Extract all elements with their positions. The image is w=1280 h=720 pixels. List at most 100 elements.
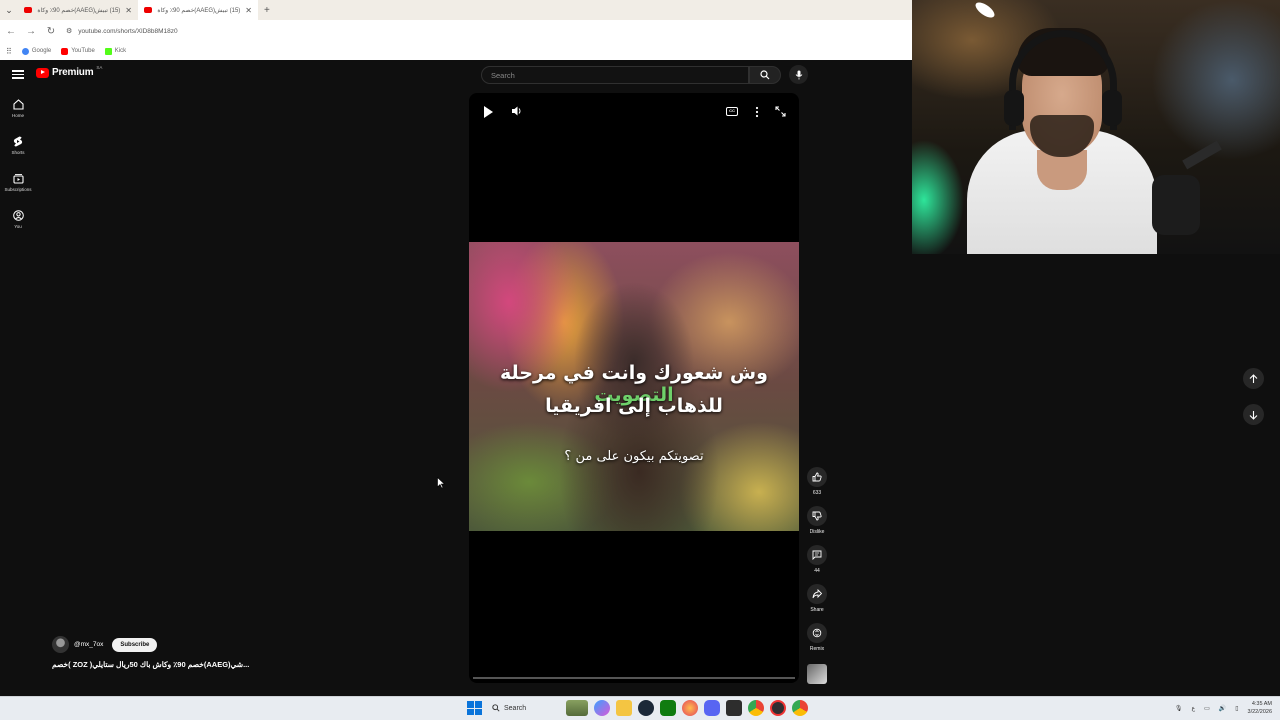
comments-circle xyxy=(807,545,827,565)
bookmarks-bar: ⠿ Google YouTube Kick xyxy=(0,42,912,60)
steam-icon[interactable] xyxy=(638,700,654,716)
browser-tab[interactable]: (15) تبيش(AAEG)خصم 90٪ وكاة ✕ xyxy=(18,0,138,20)
comments-button[interactable]: 44 xyxy=(804,545,830,584)
voice-search-button[interactable] xyxy=(789,65,808,84)
ceiling-light xyxy=(973,0,997,21)
microphone xyxy=(1152,175,1200,235)
back-arrow-icon[interactable]: ← xyxy=(6,26,16,37)
search-button[interactable] xyxy=(749,66,781,84)
discord-icon[interactable] xyxy=(704,700,720,716)
arrow-down-icon xyxy=(1249,410,1258,420)
address-bar-row: ← → ↻ ⚙ youtube.com/shorts/XlD8b8M18z0 xyxy=(0,20,912,42)
sidebar-item-you[interactable]: You xyxy=(0,207,36,244)
sidebar-item-subscriptions[interactable]: Subscriptions xyxy=(0,170,36,207)
remix-label: Remix xyxy=(809,646,825,652)
thumbs-down-icon xyxy=(812,511,822,521)
like-button[interactable]: 633 xyxy=(804,467,830,506)
microphone-icon[interactable]: 🎙 xyxy=(1175,705,1183,712)
windows-start-icon[interactable] xyxy=(466,700,482,716)
browser-tab-title: (15) تبيش(AAEG)خصم 90٪ وكاة xyxy=(157,7,241,14)
close-tab-icon[interactable]: ✕ xyxy=(125,6,132,15)
youtube-premium-logo[interactable]: Premium SA xyxy=(36,65,102,78)
network-icon[interactable]: ▭ xyxy=(1204,705,1210,712)
taskbar-clock[interactable]: 4:35 AM 3/22/2026 xyxy=(1248,700,1272,716)
menu-icon[interactable] xyxy=(12,68,24,80)
firefox-icon[interactable] xyxy=(682,700,698,716)
volume-icon[interactable] xyxy=(511,105,523,117)
search-icon xyxy=(492,704,500,712)
channel-avatar[interactable] xyxy=(52,636,69,653)
clock-time: 4:35 AM xyxy=(1251,701,1272,707)
copilot-icon[interactable] xyxy=(594,700,610,716)
share-label: Share xyxy=(810,607,824,613)
battery-icon[interactable]: ▯ xyxy=(1235,705,1238,712)
browser-tab-bar: ⌄ (15) تبيش(AAEG)خصم 90٪ وكاة ✕ (15) تبي… xyxy=(0,0,912,20)
browser-tab-active[interactable]: (15) تبيش(AAEG)خصم 90٪ وكاة ✕ xyxy=(138,0,258,20)
language-indicator-icon[interactable]: ع xyxy=(1191,705,1195,712)
more-vertical-icon[interactable] xyxy=(755,106,759,118)
previous-video-button[interactable] xyxy=(1243,368,1264,389)
apps-grid-icon[interactable]: ⠿ xyxy=(6,47,12,56)
you-icon xyxy=(12,210,24,221)
mouse-cursor-icon xyxy=(437,477,445,489)
search-placeholder: Search xyxy=(491,70,515,80)
shorts-player[interactable]: CC وش شعورك وانت في مرحلة التصويت للذهاب… xyxy=(469,93,799,683)
share-circle xyxy=(807,584,827,604)
captions-icon[interactable]: CC xyxy=(726,107,738,116)
new-tab-button[interactable]: + xyxy=(264,5,270,16)
tab-search-chevron-icon[interactable]: ⌄ xyxy=(0,5,18,16)
search-input[interactable]: Search xyxy=(481,66,749,84)
bookmark-kick[interactable]: Kick xyxy=(104,47,126,55)
terminal-icon[interactable] xyxy=(726,700,742,716)
remix-button[interactable]: Remix xyxy=(804,623,830,662)
clock-date: 3/22/2026 xyxy=(1247,709,1272,715)
xbox-icon[interactable] xyxy=(660,700,676,716)
widgets-icon[interactable] xyxy=(566,700,588,716)
channel-handle[interactable]: @mx_7ox xyxy=(74,641,103,648)
next-video-button[interactable] xyxy=(1243,404,1264,425)
bookmark-youtube[interactable]: YouTube xyxy=(61,47,95,55)
sidebar-item-label: Home xyxy=(11,113,24,118)
home-icon xyxy=(12,99,24,110)
video-progress-bar[interactable] xyxy=(473,677,795,679)
guide-sidebar: Home Shorts Subscriptions You xyxy=(0,96,36,244)
browser-tab-title: (15) تبيش(AAEG)خصم 90٪ وكاة xyxy=(37,7,121,14)
fullscreen-icon[interactable] xyxy=(775,106,786,117)
chrome-icon[interactable] xyxy=(748,700,764,716)
headphones xyxy=(1009,30,1117,130)
volume-icon[interactable]: 🔊 xyxy=(1219,705,1226,712)
dislike-circle xyxy=(807,506,827,526)
url-text: youtube.com/shorts/XlD8b8M18z0 xyxy=(78,27,178,35)
sidebar-item-home[interactable]: Home xyxy=(0,96,36,133)
obs-icon[interactable] xyxy=(770,700,786,716)
player-controls: CC xyxy=(469,93,799,129)
reload-icon[interactable]: ↻ xyxy=(46,26,56,37)
subscribe-button[interactable]: Subscribe xyxy=(112,637,158,652)
play-icon[interactable] xyxy=(484,106,493,118)
taskbar-apps: Search xyxy=(466,700,808,716)
like-count: 633 xyxy=(812,490,822,496)
video-frame: وش شعورك وانت في مرحلة التصويت للذهاب إل… xyxy=(469,242,799,531)
sound-thumbnail[interactable] xyxy=(807,664,827,684)
sidebar-item-label: Shorts xyxy=(11,150,25,155)
url-field[interactable]: ⚙ youtube.com/shorts/XlD8b8M18z0 xyxy=(66,23,904,39)
microphone-icon xyxy=(795,70,802,79)
bookmark-label: YouTube xyxy=(71,48,95,54)
taskbar-search[interactable]: Search xyxy=(488,700,560,716)
subscriptions-icon xyxy=(12,174,24,184)
video-title[interactable]: ...شي(AAEG)خصم 90٪ وكاش باك 50ريال ستايل… xyxy=(52,660,277,669)
share-button[interactable]: Share xyxy=(804,584,830,623)
like-circle xyxy=(807,467,827,487)
close-tab-icon[interactable]: ✕ xyxy=(245,6,252,15)
sidebar-item-shorts[interactable]: Shorts xyxy=(0,133,36,170)
kick-icon xyxy=(104,47,112,55)
dislike-button[interactable]: Dislike xyxy=(804,506,830,545)
windows-taskbar: Search 🎙 ع ▭ 🔊 ▯ 4:35 AM 3/22/2026 xyxy=(0,696,1280,720)
forward-arrow-icon[interactable]: → xyxy=(26,26,36,37)
file-explorer-icon[interactable] xyxy=(616,700,632,716)
comment-count: 44 xyxy=(814,568,820,574)
chrome-alt-icon[interactable] xyxy=(792,700,808,716)
site-info-icon[interactable]: ⚙ xyxy=(66,27,72,35)
bookmark-google[interactable]: Google xyxy=(21,47,51,55)
comment-icon xyxy=(812,550,822,560)
